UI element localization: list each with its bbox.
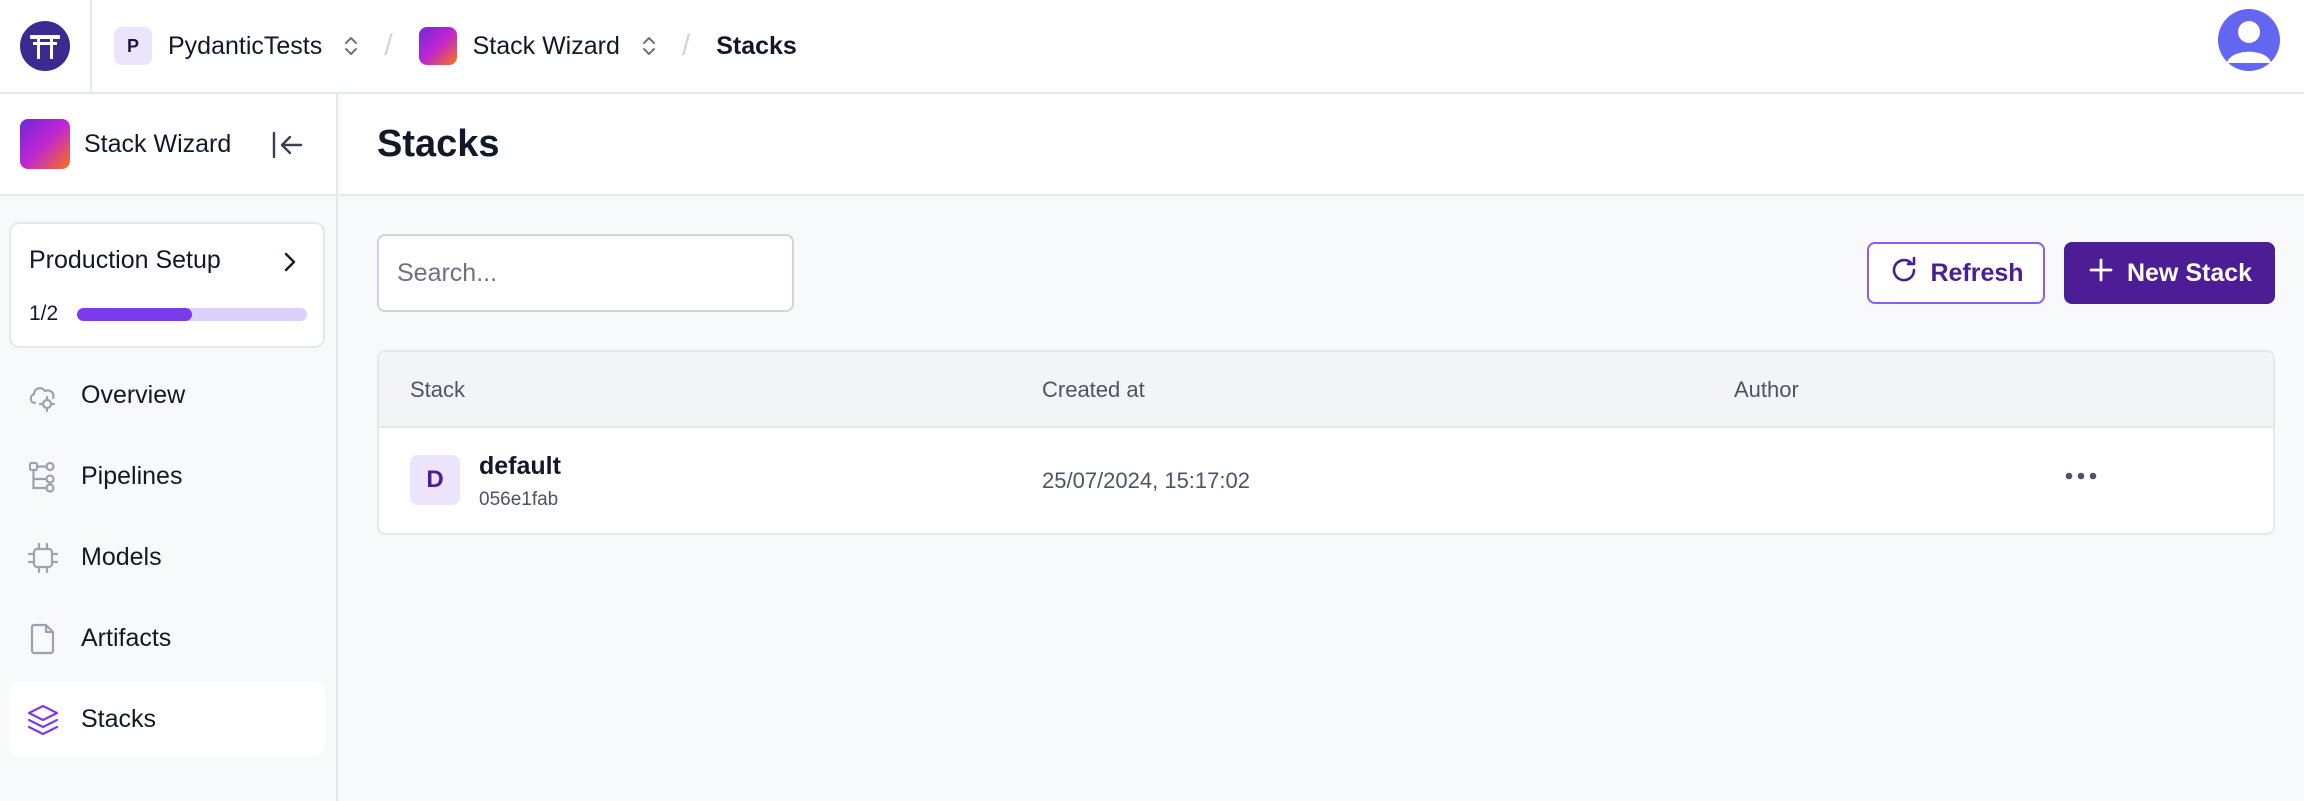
zenml-logo-icon[interactable] xyxy=(20,21,70,71)
sidebar: Stack Wizard Production Setup 1/2 Overvi… xyxy=(0,94,338,801)
project-name[interactable]: Stack Wizard xyxy=(473,32,620,61)
page-header: Stacks xyxy=(340,94,2304,196)
more-horizontal-icon[interactable] xyxy=(2059,458,2103,494)
project-avatar xyxy=(20,119,70,169)
breadcrumb-current: Stacks xyxy=(716,31,797,60)
top-bar: P PydanticTests / Stack Wizard / Stacks xyxy=(0,0,2304,94)
setup-progress-bar xyxy=(77,308,307,321)
breadcrumb-separator: / xyxy=(384,29,393,62)
breadcrumb: P PydanticTests / Stack Wizard / Stacks xyxy=(114,0,797,92)
chevron-right-icon xyxy=(279,250,301,274)
collapse-sidebar-icon[interactable] xyxy=(270,127,306,163)
sidebar-item-label: Artifacts xyxy=(81,624,172,652)
setup-progress-fill xyxy=(77,308,192,321)
chevron-up-down-icon[interactable] xyxy=(340,31,362,61)
project-avatar xyxy=(418,27,457,65)
sidebar-item-label: Overview xyxy=(81,381,186,409)
stack-name-link[interactable]: default xyxy=(479,452,561,481)
cloud-cog-icon xyxy=(25,378,61,414)
chevron-up-down-icon[interactable] xyxy=(638,31,660,61)
breadcrumb-separator: / xyxy=(681,29,691,62)
layers-icon xyxy=(25,702,61,738)
search-input[interactable] xyxy=(377,234,794,312)
setup-title: Production Setup xyxy=(29,246,221,274)
column-header-created-at: Created at xyxy=(1042,377,1145,402)
refresh-button[interactable]: Refresh xyxy=(1867,242,2045,304)
new-stack-button[interactable]: New Stack xyxy=(2064,242,2275,304)
sidebar-project-name: Stack Wizard xyxy=(84,129,232,158)
table-row[interactable]: D default 056e1fab 25/07/2024, 15:17:02 xyxy=(379,428,2273,533)
table-header: Stack Created at Author xyxy=(379,352,2273,428)
setup-progress-count: 1/2 xyxy=(29,302,59,325)
chip-icon xyxy=(25,540,61,576)
sidebar-header: Stack Wizard xyxy=(0,94,336,196)
sidebar-item-stacks[interactable]: Stacks xyxy=(9,682,325,757)
new-stack-label: New Stack xyxy=(2126,258,2253,287)
pipeline-tree-icon xyxy=(25,459,61,495)
workspace-name[interactable]: PydanticTests xyxy=(168,32,322,61)
production-setup-card[interactable]: Production Setup 1/2 xyxy=(9,222,325,348)
column-header-stack: Stack xyxy=(410,377,466,402)
sidebar-item-label: Pipelines xyxy=(81,462,183,490)
sidebar-item-label: Stacks xyxy=(81,705,157,733)
column-header-author: Author xyxy=(1734,377,1799,402)
sidebar-item-overview[interactable]: Overview xyxy=(9,358,325,433)
sidebar-item-label: Models xyxy=(81,543,162,571)
refresh-icon xyxy=(1888,254,1920,293)
logo-container[interactable] xyxy=(0,0,92,92)
stack-avatar: D xyxy=(410,455,460,505)
file-icon xyxy=(25,621,61,657)
refresh-label: Refresh xyxy=(1930,258,2024,287)
user-avatar-icon[interactable] xyxy=(2218,9,2280,71)
workspace-avatar: P xyxy=(114,27,152,65)
stack-created-at: 25/07/2024, 15:17:02 xyxy=(1042,468,1250,493)
page-title: Stacks xyxy=(377,122,500,165)
sidebar-item-artifacts[interactable]: Artifacts xyxy=(9,601,325,676)
plus-icon xyxy=(2087,256,2115,291)
sidebar-item-models[interactable]: Models xyxy=(9,520,325,595)
stack-id: 056e1fab xyxy=(479,489,559,510)
sidebar-nav: Overview Pipelines Models Artifacts Stac… xyxy=(9,358,325,763)
project-switcher[interactable]: Stack Wizard xyxy=(418,27,660,65)
sidebar-item-pipelines[interactable]: Pipelines xyxy=(9,439,325,514)
workspace-switcher[interactable]: P PydanticTests xyxy=(114,27,362,65)
stacks-table: Stack Created at Author D default 056e1f… xyxy=(377,350,2275,535)
